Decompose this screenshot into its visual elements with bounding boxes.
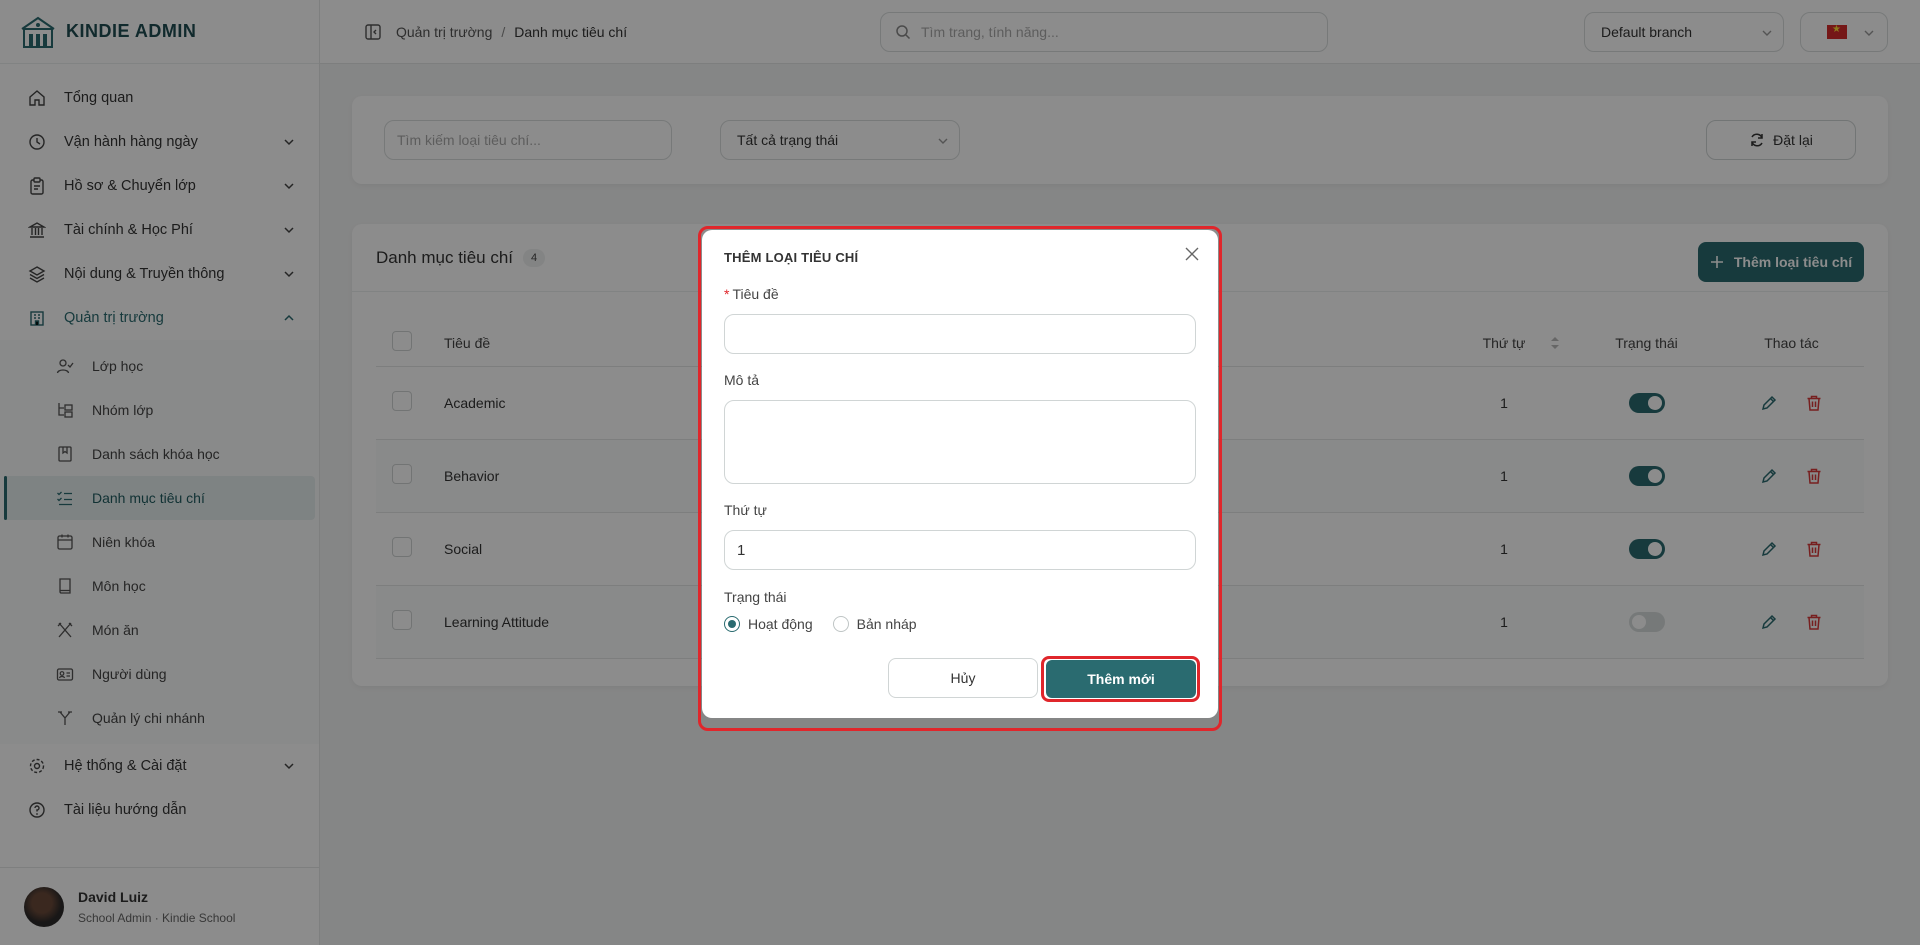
description-textarea[interactable] <box>724 400 1196 484</box>
submit-label: Thêm mới <box>1087 671 1155 687</box>
modal-title: THÊM LOẠI TIÊU CHÍ <box>724 250 859 265</box>
close-icon[interactable] <box>1184 246 1200 262</box>
cancel-label: Hủy <box>950 670 976 686</box>
cancel-button[interactable]: Hủy <box>888 658 1038 698</box>
add-criteria-modal: THÊM LOẠI TIÊU CHÍ * Tiêu đề Mô tả Thứ tự… <box>702 230 1218 718</box>
order-input[interactable]: 1 <box>724 530 1196 570</box>
status-option-label[interactable]: Hoạt động <box>748 616 813 632</box>
required-mark: * <box>724 286 730 302</box>
title-field-label-text: Tiêu đề <box>732 286 779 302</box>
title-input[interactable] <box>724 314 1196 354</box>
order-input-value: 1 <box>737 541 746 559</box>
order-field-label: Thứ tự <box>724 502 767 518</box>
status-field-label: Trạng thái <box>724 589 787 605</box>
submit-button[interactable]: Thêm mới <box>1046 660 1196 698</box>
status-radio-group: Hoạt động Bản nháp <box>724 616 937 632</box>
description-field-label: Mô tả <box>724 372 760 388</box>
status-radio-active[interactable] <box>724 616 740 632</box>
status-radio-draft[interactable] <box>832 616 849 632</box>
title-field-label: * Tiêu đề <box>724 286 779 302</box>
status-option-label[interactable]: Bản nháp <box>857 616 917 632</box>
